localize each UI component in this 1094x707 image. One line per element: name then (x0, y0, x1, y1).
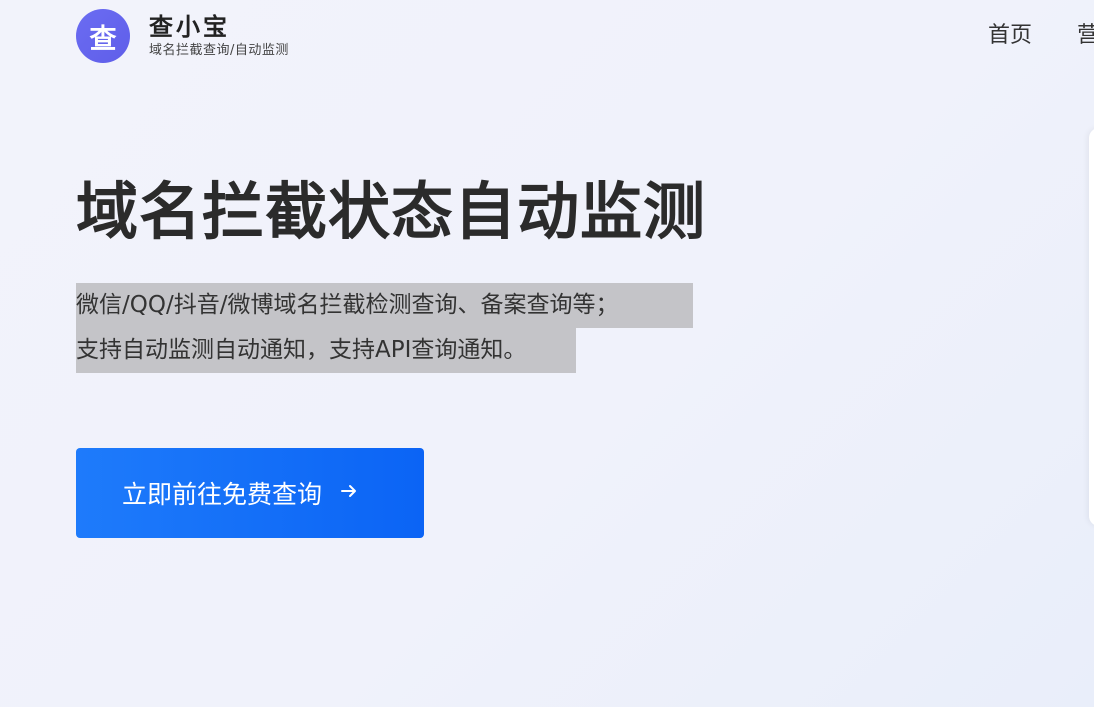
brand-tagline: 域名拦截查询/自动监测 (149, 43, 289, 58)
brand-name: 查小宝 (149, 13, 230, 41)
nav-item-home[interactable]: 首页 (988, 22, 1032, 50)
hero-description-line-2: 支持自动监测自动通知，支持API查询通知。 (76, 328, 576, 373)
brand[interactable]: 查 查小宝 域名拦截查询/自动监测 (76, 9, 289, 63)
brand-logo: 查 (76, 9, 130, 63)
side-card (1089, 128, 1094, 526)
brand-text: 查小宝 域名拦截查询/自动监测 (149, 12, 289, 60)
hero-description: 微信/QQ/抖音/微博域名拦截检测查询、备案查询等； 支持自动监测自动通知，支持… (76, 283, 693, 373)
free-query-button[interactable]: 立即前往免费查询 (76, 448, 424, 538)
brand-logo-char: 查 (89, 23, 117, 55)
hero-title: 域名拦截状态自动监测 (76, 175, 707, 248)
nav-item-second[interactable]: 营 (1077, 22, 1094, 50)
arrow-right-icon (340, 480, 358, 506)
hero-description-line-1: 微信/QQ/抖音/微博域名拦截检测查询、备案查询等； (76, 283, 693, 328)
free-query-button-label: 立即前往免费查询 (122, 481, 323, 509)
